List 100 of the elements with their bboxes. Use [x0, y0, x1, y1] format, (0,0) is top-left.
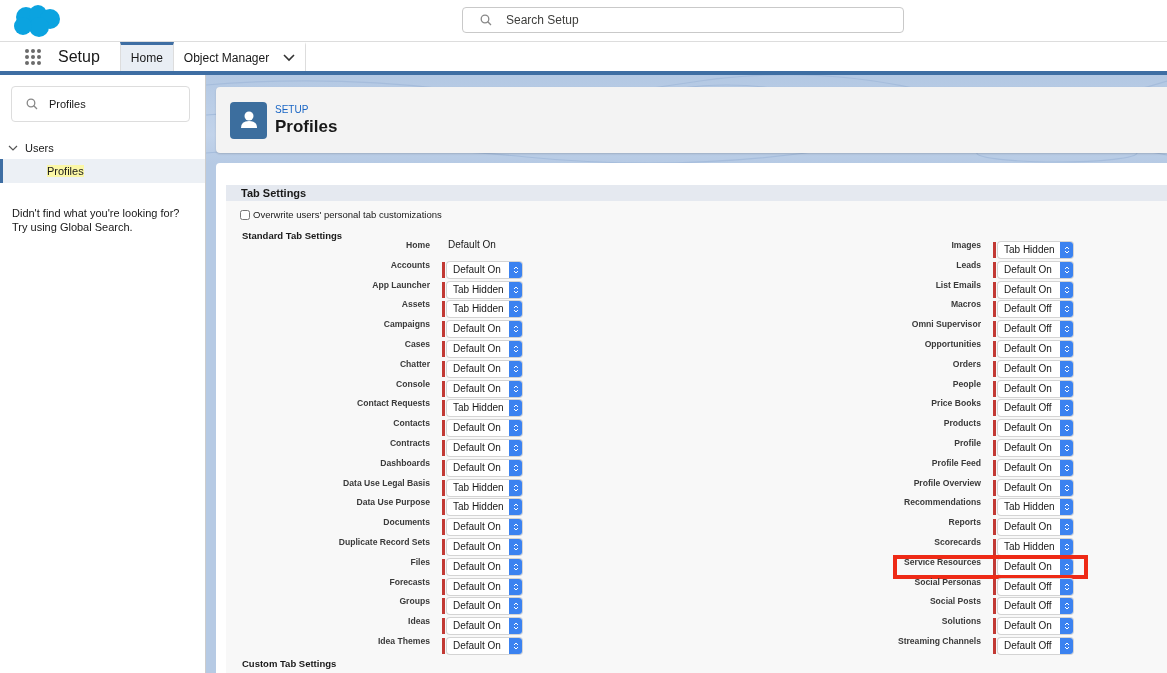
field-label: Contracts	[388, 437, 430, 448]
stepper-icon	[1063, 245, 1070, 255]
visibility-select[interactable]: Default Off	[998, 301, 1073, 318]
field-label: Files	[409, 556, 430, 567]
breadcrumb-link[interactable]: SETUP	[275, 103, 338, 115]
stepper-icon	[1063, 344, 1070, 354]
stepper-icon	[512, 502, 519, 513]
subsection-title: Custom Tab Settings	[241, 656, 338, 669]
required-marker	[993, 459, 996, 476]
visibility-select[interactable]: Default Off	[998, 400, 1073, 417]
visibility-select[interactable]: Default On	[998, 281, 1073, 298]
stepper-icon	[1063, 541, 1070, 552]
field-label: Home	[405, 240, 430, 250]
tree-item[interactable]: Profiles	[0, 159, 205, 183]
visibility-select[interactable]: Default Off	[998, 321, 1073, 338]
tree-item[interactable]: Users	[25, 142, 54, 154]
stepper-icon	[1063, 502, 1070, 513]
visibility-select[interactable]: Default On	[998, 459, 1073, 476]
required-marker	[993, 558, 996, 575]
required-marker	[442, 380, 445, 397]
required-marker	[993, 242, 996, 258]
subsection-title: Standard Tab Settings	[241, 229, 344, 241]
user-icon	[238, 110, 259, 130]
visibility-select[interactable]: Default On	[998, 420, 1073, 437]
visibility-select[interactable]: Default On	[447, 519, 522, 536]
stepper-icon	[1063, 640, 1070, 651]
visibility-select[interactable]: Default On	[447, 637, 522, 654]
required-marker	[993, 519, 996, 536]
field-label: People	[951, 378, 981, 389]
stepper-icon	[1063, 284, 1070, 295]
required-marker	[993, 400, 996, 417]
visibility-select[interactable]: Default On	[447, 321, 522, 338]
field-label: Profile Feed	[930, 457, 981, 468]
required-marker	[993, 301, 996, 318]
cloud-logo[interactable]	[12, 3, 62, 38]
checkbox[interactable]	[240, 209, 250, 220]
visibility-select[interactable]: Default Off	[998, 637, 1073, 654]
app-launcher-icon[interactable]	[24, 47, 42, 66]
stepper-icon	[512, 522, 519, 533]
field-label: Contact Requests	[355, 398, 430, 409]
visibility-select[interactable]: Default On	[447, 618, 522, 635]
visibility-select[interactable]: Default On	[998, 439, 1073, 456]
sidebar-search-field[interactable]: Profiles	[11, 86, 190, 122]
required-marker	[993, 637, 996, 654]
stepper-icon	[1063, 324, 1070, 335]
required-marker	[442, 558, 445, 575]
visibility-select[interactable]: Default On	[447, 261, 522, 278]
stepper-icon	[512, 621, 519, 632]
field-label: Cases	[403, 339, 430, 349]
visibility-select[interactable]: Tab Hidden	[447, 301, 522, 318]
stepper-icon	[512, 561, 519, 572]
visibility-select[interactable]: Default On	[998, 479, 1073, 496]
visibility-select[interactable]: Default On	[447, 459, 522, 476]
visibility-select[interactable]: Default On	[447, 380, 522, 397]
required-marker	[442, 598, 445, 615]
visibility-select[interactable]: Default On	[447, 360, 522, 377]
visibility-select[interactable]: Default On	[998, 519, 1073, 536]
visibility-select[interactable]: Default On	[447, 420, 522, 437]
visibility-select[interactable]: Default On	[447, 558, 522, 575]
field-label: Omni Supervisor	[910, 319, 981, 330]
visibility-select[interactable]: Tab Hidden	[447, 479, 522, 496]
visibility-select[interactable]: Default On	[998, 261, 1073, 278]
field-label: Solutions	[940, 616, 981, 627]
visibility-select[interactable]: Default On	[998, 360, 1073, 377]
field-label: Chatter	[398, 358, 430, 369]
visibility-select[interactable]: Default On	[447, 598, 522, 615]
visibility-select[interactable]: Default On	[998, 618, 1073, 635]
visibility-select[interactable]: Tab Hidden	[447, 281, 522, 298]
visibility-select[interactable]: Default On	[447, 439, 522, 456]
visibility-select[interactable]: Tab Hidden	[447, 400, 522, 417]
visibility-select[interactable]: Default Off	[998, 598, 1073, 615]
visibility-select[interactable]: Tab Hidden	[998, 499, 1073, 516]
required-marker	[993, 321, 996, 338]
required-marker	[442, 578, 445, 595]
required-marker	[442, 360, 445, 377]
visibility-select[interactable]: Default Off	[998, 578, 1073, 595]
visibility-select[interactable]: Default On	[447, 578, 522, 595]
visibility-select[interactable]: Tab Hidden	[998, 538, 1073, 555]
visibility-select[interactable]: Default On	[998, 341, 1073, 357]
field-label: Scorecards	[933, 536, 981, 547]
nav-tab[interactable]: Home	[119, 42, 174, 71]
app-name: Setup	[58, 47, 100, 66]
stepper-icon	[512, 482, 519, 493]
chevron-down-icon[interactable]	[8, 144, 18, 152]
visibility-select[interactable]: Default On	[447, 341, 522, 357]
search-field[interactable]: Search Setup	[462, 7, 904, 33]
visibility-select[interactable]: Default On	[998, 380, 1073, 397]
required-marker	[442, 281, 445, 298]
required-marker	[442, 301, 445, 318]
visibility-select[interactable]: Tab Hidden	[447, 499, 522, 516]
stepper-icon	[1063, 482, 1070, 493]
page-title: Profiles	[275, 116, 338, 137]
visibility-select[interactable]: Tab Hidden	[998, 242, 1073, 258]
field-label: Console	[395, 378, 430, 389]
required-marker	[442, 459, 445, 476]
visibility-select[interactable]: Default On	[447, 538, 522, 555]
field-label: Data Use Purpose	[355, 497, 430, 508]
search-icon	[480, 14, 492, 26]
field-label: Recommendations	[903, 497, 981, 508]
required-marker	[993, 360, 996, 377]
